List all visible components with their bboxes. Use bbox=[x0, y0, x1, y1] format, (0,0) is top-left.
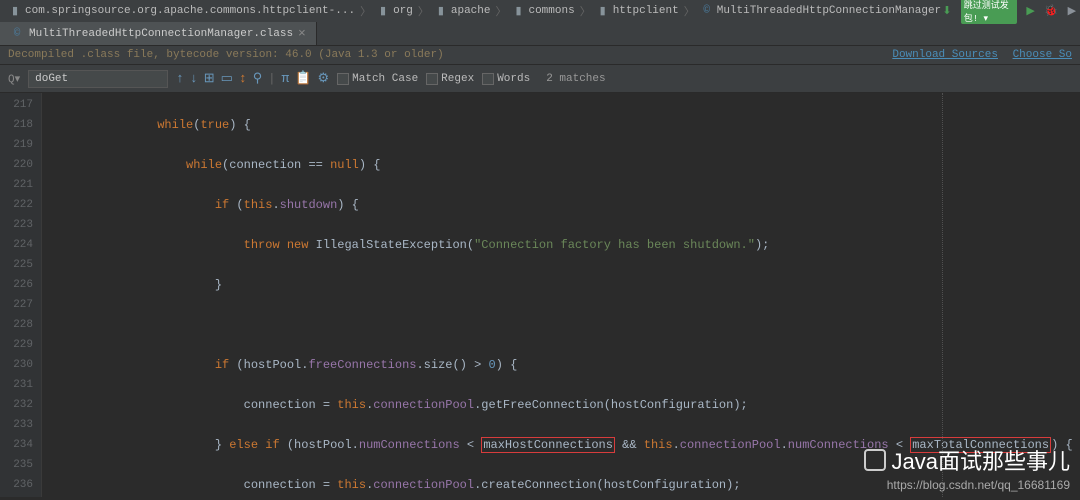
crumb-commons[interactable]: ▮commons bbox=[511, 4, 574, 18]
line-number: 232 bbox=[2, 395, 33, 415]
folder-icon: ▮ bbox=[434, 4, 448, 18]
checkbox-icon bbox=[426, 73, 438, 85]
line-gutter: 2172182192202212222232242252262272282292… bbox=[0, 93, 42, 497]
pin-icon[interactable]: π bbox=[282, 71, 290, 86]
next-match-icon[interactable]: ↓ bbox=[190, 71, 198, 86]
line-number: 221 bbox=[2, 175, 33, 195]
crumb-class[interactable]: ©MultiThreadedHttpConnectionManager bbox=[700, 4, 941, 18]
decompile-info-text: Decompiled .class file, bytecode version… bbox=[8, 49, 444, 61]
search-input[interactable] bbox=[28, 70, 168, 88]
decompile-info-bar: Decompiled .class file, bytecode version… bbox=[0, 46, 1080, 65]
line-number: 230 bbox=[2, 355, 33, 375]
tab-file[interactable]: © MultiThreadedHttpConnectionManager.cla… bbox=[0, 22, 317, 45]
prev-match-icon[interactable]: ↑ bbox=[176, 71, 184, 86]
gear-icon[interactable]: ⚙ bbox=[318, 71, 330, 86]
run-config[interactable]: 跳过测试发包! ▾ bbox=[961, 0, 1017, 24]
folder-icon: ▮ bbox=[596, 4, 610, 18]
checkbox-icon bbox=[482, 73, 494, 85]
tab-bar: © MultiThreadedHttpConnectionManager.cla… bbox=[0, 22, 1080, 46]
regex-checkbox[interactable]: Regex bbox=[426, 73, 474, 85]
line-number: 229 bbox=[2, 335, 33, 355]
search-nav: ↑ ↓ ⊞ ▭ ↕ ⚲ | π 📋 ⚙ bbox=[176, 71, 329, 86]
crumb-root[interactable]: ▮com.springsource.org.apache.commons.htt… bbox=[8, 4, 355, 18]
line-number: 225 bbox=[2, 255, 33, 275]
debug-icon[interactable]: 🐞 bbox=[1044, 3, 1058, 19]
line-number: 228 bbox=[2, 315, 33, 335]
coverage-icon[interactable]: ▶ bbox=[1066, 3, 1078, 19]
add-selection-icon[interactable]: ⊞ bbox=[204, 71, 215, 86]
line-number: 231 bbox=[2, 375, 33, 395]
find-bar: Q▾ ↑ ↓ ⊞ ▭ ↕ ⚲ | π 📋 ⚙ Match Case Regex … bbox=[0, 65, 1080, 93]
line-number: 222 bbox=[2, 195, 33, 215]
crumb-sep: 〉 bbox=[360, 3, 371, 19]
jar-icon: ▮ bbox=[8, 4, 22, 18]
crumb-apache[interactable]: ▮apache bbox=[434, 4, 491, 18]
line-number: 218 bbox=[2, 115, 33, 135]
select-all-icon[interactable]: ▭ bbox=[221, 71, 233, 86]
folder-icon: ▮ bbox=[376, 4, 390, 18]
filter-icon[interactable]: ⚲ bbox=[253, 71, 263, 86]
crumb-org[interactable]: ▮org bbox=[376, 4, 413, 18]
folder-icon: ▮ bbox=[511, 4, 525, 18]
breadcrumb: ▮com.springsource.org.apache.commons.htt… bbox=[8, 3, 941, 19]
download-sources-link[interactable]: Download Sources bbox=[892, 49, 998, 61]
checkbox-icon bbox=[337, 73, 349, 85]
line-number: 223 bbox=[2, 215, 33, 235]
crumb-httpclient[interactable]: ▮httpclient bbox=[596, 4, 679, 18]
match-count: 2 matches bbox=[546, 73, 605, 85]
choose-sources-link[interactable]: Choose So bbox=[1013, 49, 1072, 61]
highlighted-maxhost: maxHostConnections bbox=[481, 437, 615, 453]
watermark: Java面试那些事儿 https://blog.csdn.net/qq_1668… bbox=[864, 444, 1070, 492]
title-bar: ▮com.springsource.org.apache.commons.htt… bbox=[0, 0, 1080, 22]
line-number: 226 bbox=[2, 275, 33, 295]
editor: 2172182192202212222232242252262272282292… bbox=[0, 93, 1080, 497]
watermark-url: https://blog.csdn.net/qq_16681169 bbox=[864, 478, 1070, 492]
line-number: 235 bbox=[2, 455, 33, 475]
line-number: 219 bbox=[2, 135, 33, 155]
line-number: 233 bbox=[2, 415, 33, 435]
run-icon[interactable]: ▶ bbox=[1025, 3, 1037, 19]
wechat-icon bbox=[864, 449, 886, 471]
match-case-checkbox[interactable]: Match Case bbox=[337, 73, 418, 85]
toolbar: ⬇ 跳过测试发包! ▾ ▶ 🐞 ▶ ■ ⬇ ⬆ 🔍 ⬚ bbox=[941, 0, 1080, 24]
build-icon[interactable]: ⬇ bbox=[941, 3, 953, 19]
line-number: 217 bbox=[2, 95, 33, 115]
line-number: 224 bbox=[2, 235, 33, 255]
search-label[interactable]: Q▾ bbox=[8, 72, 20, 86]
line-number: 234 bbox=[2, 435, 33, 455]
history-icon[interactable]: 📋 bbox=[295, 71, 311, 86]
close-icon[interactable]: × bbox=[298, 26, 306, 41]
tab-label: MultiThreadedHttpConnectionManager.class bbox=[29, 28, 293, 40]
toggle-icon[interactable]: ↕ bbox=[239, 71, 247, 86]
crumb-root-label: com.springsource.org.apache.commons.http… bbox=[25, 5, 355, 17]
line-number: 236 bbox=[2, 475, 33, 495]
line-number: 220 bbox=[2, 155, 33, 175]
line-number: 227 bbox=[2, 295, 33, 315]
class-icon: © bbox=[700, 4, 714, 18]
info-links: Download Sources Choose So bbox=[884, 49, 1072, 61]
words-checkbox[interactable]: Words bbox=[482, 73, 530, 85]
code-area[interactable]: while(true) { while(connection == null) … bbox=[42, 93, 1080, 497]
fold-guide bbox=[942, 93, 943, 497]
class-icon: © bbox=[10, 27, 24, 41]
